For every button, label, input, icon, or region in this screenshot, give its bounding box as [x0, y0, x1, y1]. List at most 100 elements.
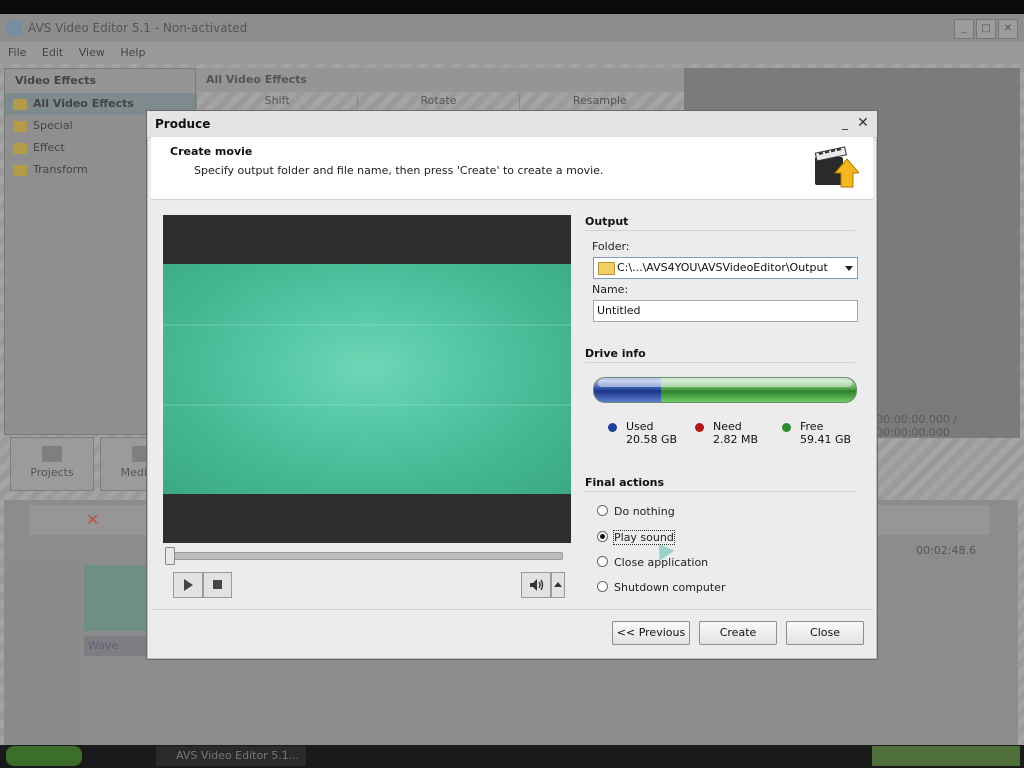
track-headers: [4, 562, 80, 742]
legend-free: Free 59.41 GB: [782, 420, 852, 446]
section-divider: [585, 362, 855, 363]
folder-icon: [13, 164, 27, 176]
tree-item-label: All Video Effects: [33, 97, 134, 110]
legend-need: Need 2.82 MB: [695, 420, 759, 446]
menu-help[interactable]: Help: [120, 46, 145, 59]
folder-icon: [13, 120, 27, 132]
stop-button[interactable]: [203, 572, 232, 598]
create-movie-subtitle: Specify output folder and file name, the…: [194, 164, 604, 177]
radio-do-nothing-label[interactable]: Do nothing: [614, 505, 675, 518]
name-field[interactable]: [594, 301, 856, 319]
seek-thumb[interactable]: [165, 547, 175, 565]
close-icon[interactable]: ✕: [855, 115, 871, 131]
name-field-box: [593, 300, 858, 322]
folder-icon: [13, 98, 27, 110]
minimize-icon[interactable]: _: [837, 116, 853, 130]
dialog-header: Create movie Specify output folder and f…: [151, 137, 873, 200]
legend-free-value: 59.41 GB: [800, 433, 852, 446]
desktop-strip: [0, 0, 1024, 14]
radio-shutdown-computer[interactable]: [597, 581, 608, 592]
play-button[interactable]: [173, 572, 203, 598]
volume-button[interactable]: [521, 572, 551, 598]
seek-slider[interactable]: [163, 547, 565, 565]
radio-do-nothing[interactable]: [597, 505, 608, 516]
taskbar: [0, 745, 1024, 768]
dialog-titlebar: Produce _ ✕: [147, 111, 877, 138]
menu-file[interactable]: File: [8, 46, 26, 59]
wave-stroke: [163, 324, 571, 326]
effects-columns: Shift Rotate Resample: [196, 94, 680, 108]
effect-resample[interactable]: Resample: [518, 94, 680, 108]
legend-used-value: 20.58 GB: [626, 433, 678, 446]
effect-shift[interactable]: Shift: [196, 94, 357, 108]
preview-timecode: 00:00:00.000 / 00:00:00.000: [876, 413, 958, 439]
projects-button[interactable]: Projects: [10, 437, 94, 491]
folder-label: Folder:: [592, 240, 630, 253]
window-controls: _ □ ✕: [954, 19, 1018, 39]
folder-select[interactable]: C:\...\AVS4YOU\AVSVideoEditor\Output: [593, 257, 858, 279]
speaker-icon: [530, 579, 544, 591]
caret-up-icon: [554, 582, 562, 587]
radio-shutdown-computer-label[interactable]: Shutdown computer: [614, 581, 725, 594]
legend-free-label: Free: [800, 420, 824, 433]
name-label: Name:: [592, 283, 629, 296]
previous-button[interactable]: << Previous: [612, 621, 690, 645]
wave-stroke: [163, 404, 571, 406]
maximize-icon[interactable]: □: [976, 19, 996, 39]
video-clip[interactable]: [84, 565, 148, 631]
projects-label: Projects: [30, 466, 74, 479]
tree-item-label: Effect: [33, 141, 65, 154]
create-button[interactable]: Create: [699, 621, 777, 645]
menu-bar: File Edit View Help: [0, 42, 1024, 64]
video-preview-frame: [163, 264, 571, 494]
system-tray: [872, 746, 1020, 766]
clapper-icon: [42, 446, 62, 462]
app-title: AVS Video Editor 5.1 - Non-activated: [28, 21, 248, 35]
effect-rotate[interactable]: Rotate: [357, 94, 518, 108]
stop-icon: [213, 580, 222, 589]
bar-gloss: [598, 380, 852, 387]
output-section-title: Output: [585, 215, 629, 228]
video-effects-header: Video Effects: [5, 69, 195, 93]
menu-edit[interactable]: Edit: [42, 46, 63, 59]
tree-item-label: Transform: [33, 163, 88, 176]
legend-need-value: 2.82 MB: [713, 433, 759, 446]
app-icon: [6, 20, 22, 36]
drive-usage-bar: [593, 377, 857, 403]
folder-icon: [598, 262, 615, 275]
drive-info-section-title: Drive info: [585, 347, 646, 360]
need-dot-icon: [695, 423, 704, 432]
close-button[interactable]: Close: [786, 621, 864, 645]
legend-used: Used 20.58 GB: [608, 420, 678, 446]
chevron-down-icon[interactable]: [845, 266, 853, 271]
volume-dropdown[interactable]: [551, 572, 565, 598]
legend-need-label: Need: [713, 420, 742, 433]
dialog-title: Produce: [155, 117, 211, 131]
close-icon[interactable]: ✕: [998, 19, 1018, 39]
create-movie-title: Create movie: [170, 145, 253, 158]
final-actions-section-title: Final actions: [585, 476, 665, 489]
radio-close-application[interactable]: [597, 556, 608, 567]
seek-track[interactable]: [169, 552, 563, 560]
section-divider: [585, 491, 855, 492]
menu-view[interactable]: View: [79, 46, 105, 59]
effect-track-clip[interactable]: Wave: [84, 636, 148, 656]
delete-icon[interactable]: ✕: [86, 510, 99, 529]
app-titlebar: AVS Video Editor 5.1 - Non-activated _ □…: [0, 14, 1024, 42]
folder-value: C:\...\AVS4YOU\AVSVideoEditor\Output: [617, 261, 828, 274]
start-button[interactable]: [6, 746, 82, 766]
radio-play-sound[interactable]: [597, 531, 608, 542]
folder-icon: [13, 142, 27, 154]
taskbar-item[interactable]: AVS Video Editor 5.1...: [156, 746, 306, 766]
effects-header: All Video Effects: [196, 68, 690, 92]
section-divider: [585, 230, 855, 231]
play-icon: [184, 579, 193, 591]
produce-movie-icon: [814, 146, 859, 188]
free-dot-icon: [782, 423, 791, 432]
timeline-timecode: 00:02:48.6: [916, 544, 976, 557]
produce-dialog: Produce _ ✕ Create movie Specify output …: [146, 110, 878, 660]
minimize-icon[interactable]: _: [954, 19, 974, 39]
footer-divider: [151, 609, 873, 610]
used-dot-icon: [608, 423, 617, 432]
legend-used-label: Used: [626, 420, 654, 433]
